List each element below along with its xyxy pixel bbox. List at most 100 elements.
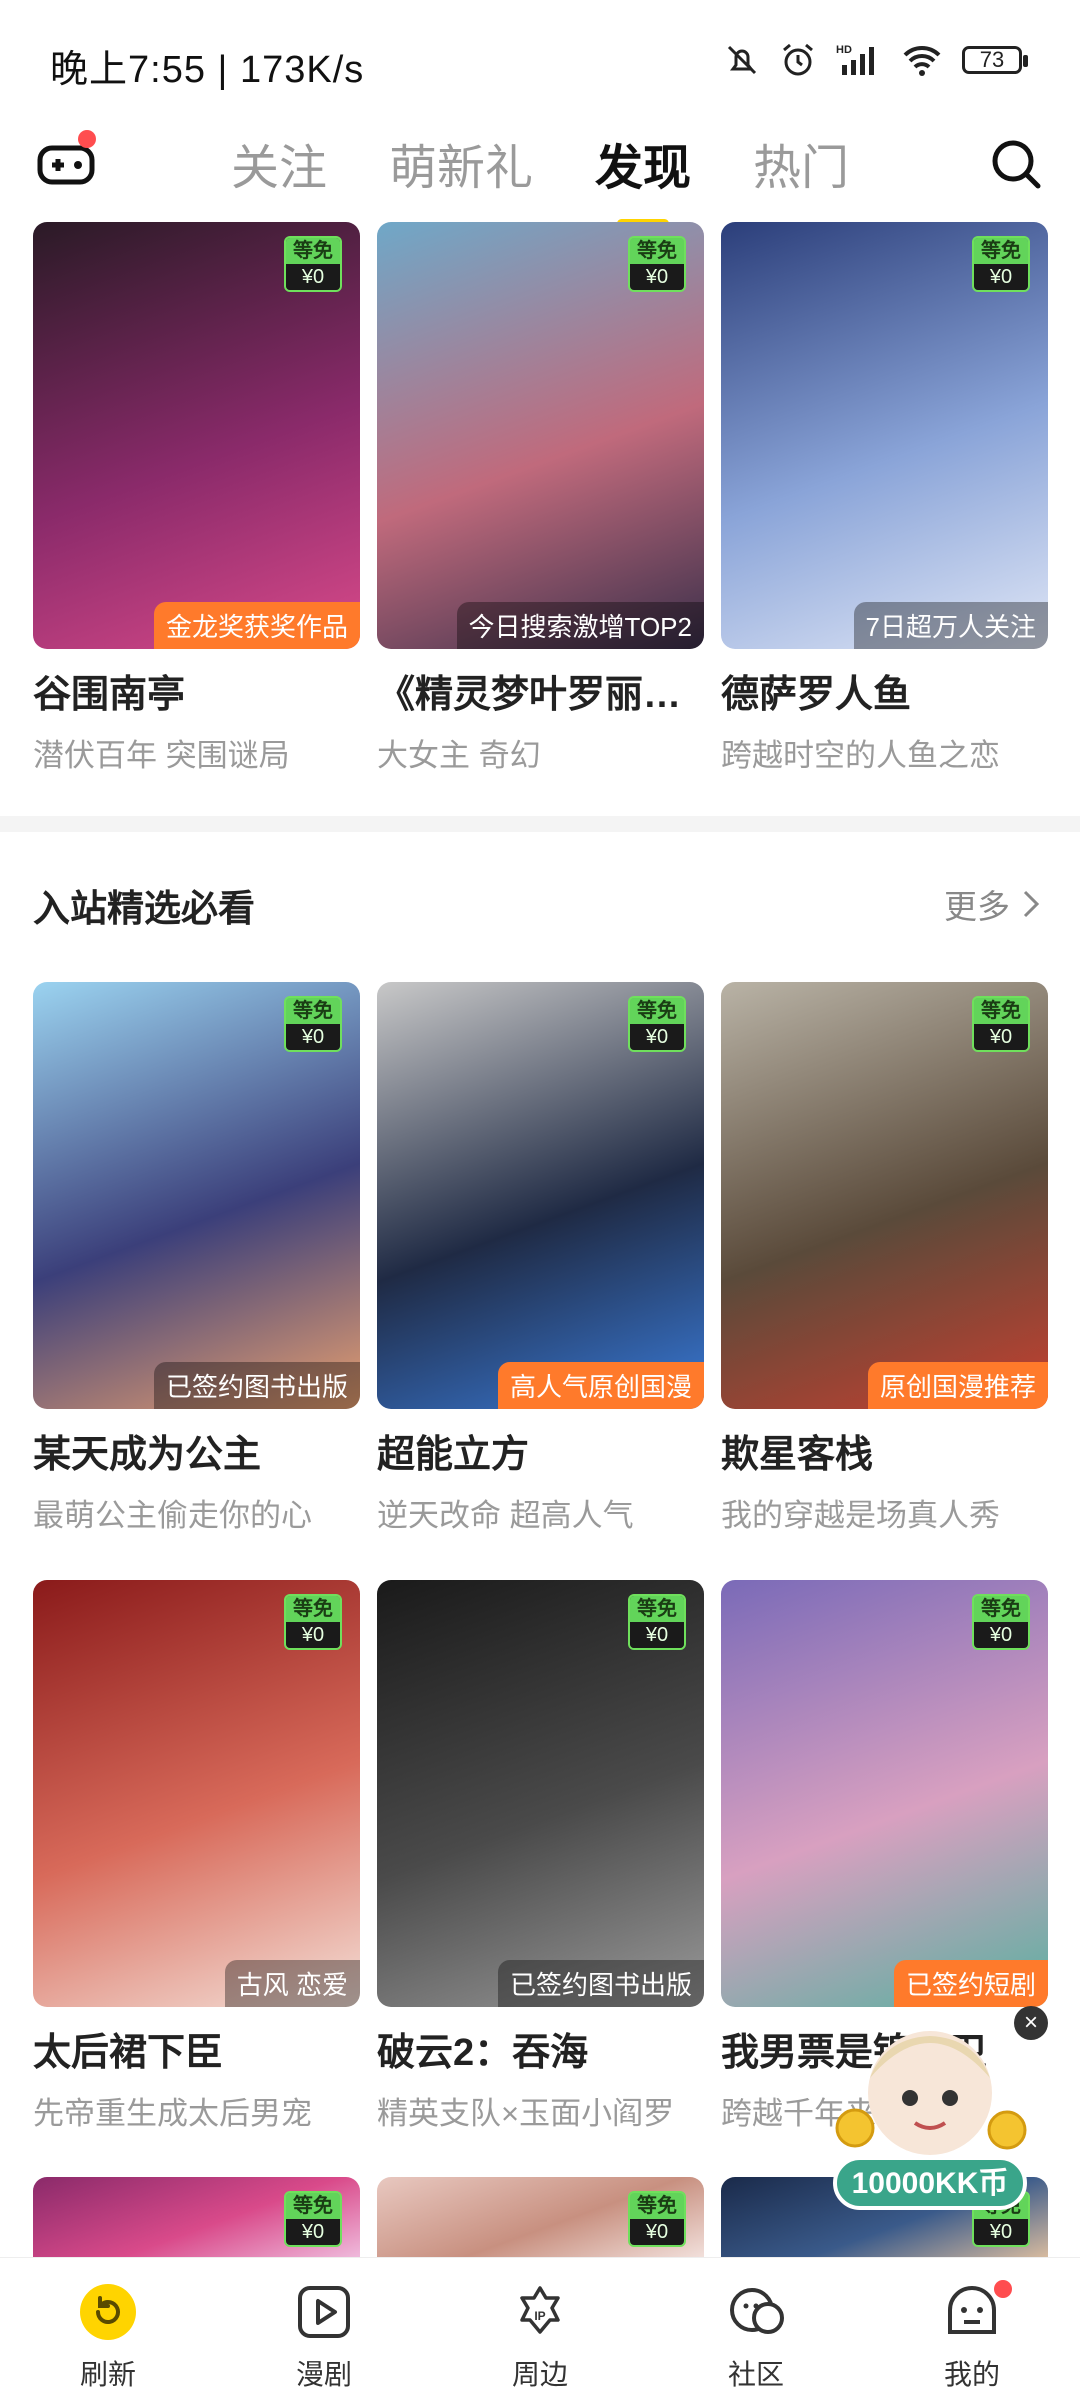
search-icon xyxy=(992,140,1041,189)
free-wait-badge: 等免¥0 xyxy=(628,996,686,1052)
free-badge-price: ¥0 xyxy=(974,264,1028,290)
free-badge-price: ¥0 xyxy=(286,1622,340,1648)
free-wait-badge: 等免¥0 xyxy=(284,996,342,1052)
free-wait-badge: 等免¥0 xyxy=(628,1594,686,1650)
comic-subtitle: 大女主 奇幻 xyxy=(377,738,541,773)
comic-cover-image[interactable]: 等免 ¥0 高人气原创国漫 xyxy=(377,982,704,1409)
refresh-icon xyxy=(80,2284,136,2340)
comic-title[interactable]: 太后裙下臣 xyxy=(33,2021,360,2076)
free-wait-badge: 等免¥0 xyxy=(284,2191,342,2247)
free-badge-label: 等免 xyxy=(630,2193,684,2219)
status-icons: HD 73 xyxy=(724,40,1028,80)
comic-title[interactable]: 超能立方 xyxy=(377,1423,704,1478)
promo-float[interactable]: 10000KK币 xyxy=(815,1998,1045,2228)
bottom-nav-profile[interactable]: 我的 xyxy=(864,2258,1080,2401)
notification-dot xyxy=(994,2280,1012,2298)
bottom-nav-label: 漫剧 xyxy=(295,2359,352,2390)
comic-subtitle: 潜伏百年 突围谜局 xyxy=(33,738,290,773)
ip-icon: IP xyxy=(520,2286,560,2334)
cover-tag: 原创国漫推荐 xyxy=(867,1362,1048,1409)
bottom-nav-merch[interactable]: IP 周边 xyxy=(432,2258,648,2401)
comic-card[interactable]: 等免 ¥0 高人气原创国漫超能立方逆天改命 超高人气 xyxy=(377,982,704,1535)
comic-card[interactable]: 等免¥0 xyxy=(33,2177,360,2257)
free-wait-badge: 等免¥0 xyxy=(628,236,686,292)
comic-card[interactable]: 等免 ¥0 今日搜索激增TOP2 《精灵梦叶罗丽… 大女主 奇幻 xyxy=(377,222,704,775)
bottom-nav-short-drama[interactable]: 漫剧 xyxy=(216,2258,432,2401)
section-header: 入站精选必看 更多 xyxy=(0,878,1080,938)
cover-tag: 金龙奖获奖作品 xyxy=(153,602,360,649)
free-badge-price: ¥0 xyxy=(974,1024,1028,1050)
svg-text:HD: HD xyxy=(836,44,852,56)
comic-card[interactable]: 等免 ¥0 古风 恋爱太后裙下臣先帝重生成太后男宠 xyxy=(33,1580,360,2133)
comic-subtitle: 先帝重生成太后男宠 xyxy=(33,2096,312,2131)
comic-card[interactable]: 等免 ¥0 7日超万人关注德萨罗人鱼跨越时空的人鱼之恋 xyxy=(721,222,1048,775)
comic-title[interactable]: 某天成为公主 xyxy=(33,1423,360,1478)
free-wait-badge: 等免¥0 xyxy=(972,996,1030,1052)
cover-tag: 已签约图书出版 xyxy=(497,1960,704,2007)
discover-feed[interactable]: 等免 ¥0 金龙奖获奖作品 谷围南亭 潜伏百年 突围谜局 等免 ¥0 今日搜索激增TOP2 《精… xyxy=(0,222,1080,2257)
comic-cover-image[interactable]: 等免¥0 xyxy=(33,2177,360,2257)
play-icon xyxy=(298,2286,350,2338)
section-title: 入站精选必看 xyxy=(33,888,255,929)
comic-card[interactable]: 等免 ¥0 已签约图书出版 破云2：吞海 精英支队×玉面小阎罗 xyxy=(377,1580,704,2133)
free-wait-badge: 等免¥0 xyxy=(284,1594,342,1650)
cover-tag: 古风 恋爱 xyxy=(224,1960,360,2007)
status-bar: 晚上7:55 | 173K/s HD 73 xyxy=(0,0,1080,120)
comic-cover-image[interactable]: 等免 ¥0 已签约图书出版 xyxy=(377,1580,704,2007)
comic-title[interactable]: 破云2：吞海 xyxy=(377,2021,704,2076)
comic-cover-image[interactable]: 等免¥0 xyxy=(377,2177,704,2257)
bottom-nav-community[interactable]: 社区 xyxy=(648,2258,864,2401)
comic-subtitle: 最萌公主偷走你的心 xyxy=(33,1498,312,1533)
free-badge-price: ¥0 xyxy=(974,1622,1028,1648)
comic-subtitle: 逆天改命 超高人气 xyxy=(377,1498,634,1533)
comic-cover-image[interactable]: 等免 ¥0 原创国漫推荐 xyxy=(721,982,1048,1409)
comic-cover-image[interactable]: 等免 ¥0 金龙奖获奖作品 xyxy=(33,222,360,649)
tab-hot[interactable]: 热门 xyxy=(749,128,853,198)
battery-icon: 73 xyxy=(962,46,1028,74)
free-badge-label: 等免 xyxy=(286,2193,340,2219)
comic-cover-image[interactable]: 等免 ¥0 已签约图书出版 xyxy=(33,982,360,1409)
bottom-nav-label: 周边 xyxy=(511,2359,568,2390)
chevron-right-icon xyxy=(1023,890,1040,918)
bottom-nav-refresh[interactable]: 刷新 xyxy=(0,2258,216,2401)
free-wait-badge: 等免¥0 xyxy=(972,236,1030,292)
community-icon xyxy=(730,2288,784,2334)
signal-icon: HD xyxy=(836,44,874,75)
free-badge-price: ¥0 xyxy=(286,2219,340,2245)
promo-close-button[interactable]: × xyxy=(1014,2006,1048,2040)
comic-row-2: 等免 ¥0 已签约图书出版 某天成为公主 最萌公主偷走你的心 等免 ¥0 高人气原创国漫 超能立… xyxy=(33,982,1048,1535)
cover-tag: 今日搜索激增TOP2 xyxy=(456,602,704,649)
comic-card[interactable]: 等免 ¥0 金龙奖获奖作品谷围南亭潜伏百年 突围谜局 xyxy=(33,222,360,775)
comic-card[interactable]: 等免 ¥0 已签约图书出版某天成为公主最萌公主偷走你的心 xyxy=(33,982,360,1535)
free-wait-badge: 等免¥0 xyxy=(972,1594,1030,1650)
status-time: 晚上7:55 | 173K/s xyxy=(50,49,365,91)
comic-card[interactable]: 等免¥0 xyxy=(377,2177,704,2257)
section-divider xyxy=(0,816,1080,832)
free-badge-label: 等免 xyxy=(286,998,340,1024)
free-badge-label: 等免 xyxy=(630,238,684,264)
search-button[interactable] xyxy=(988,136,1044,192)
comic-cover-image[interactable]: 等免 ¥0 今日搜索激增TOP2 xyxy=(377,222,704,649)
tab-newbie-gift[interactable]: 萌新礼 xyxy=(385,128,537,198)
comic-title[interactable]: 谷围南亭 xyxy=(33,663,360,718)
free-badge-label: 等免 xyxy=(974,238,1028,264)
wifi-icon xyxy=(903,45,941,76)
comic-subtitle: 跨越时空的人鱼之恋 xyxy=(721,738,1000,773)
comic-card[interactable]: 等免 ¥0 原创国漫推荐欺星客栈我的穿越是场真人秀 xyxy=(721,982,1048,1535)
comic-cover-image[interactable]: 等免 ¥0 已签约短剧 xyxy=(721,1580,1048,2007)
comic-cover-image[interactable]: 等免 ¥0 7日超万人关注 xyxy=(721,222,1048,649)
promo-mascot-icon: 10000KK币 xyxy=(833,2031,1027,2210)
comic-subtitle: 我的穿越是场真人秀 xyxy=(721,1498,1000,1533)
comic-title[interactable]: 欺星客栈 xyxy=(721,1423,1048,1478)
free-badge-price: ¥0 xyxy=(630,1024,684,1050)
free-badge-label: 等免 xyxy=(286,238,340,264)
comic-cover-image[interactable]: 等免 ¥0 古风 恋爱 xyxy=(33,1580,360,2007)
tab-discover[interactable]: 发现 xyxy=(591,128,695,228)
more-button[interactable]: 更多 xyxy=(944,880,1040,928)
free-badge-price: ¥0 xyxy=(286,264,340,290)
comic-title[interactable]: 《精灵梦叶罗丽… xyxy=(377,663,704,718)
comic-title[interactable]: 德萨罗人鱼 xyxy=(721,663,1048,718)
comic-row-1: 等免 ¥0 金龙奖获奖作品 谷围南亭 潜伏百年 突围谜局 等免 ¥0 今日搜索激增TOP2 《精… xyxy=(33,222,1048,775)
bottom-nav-label: 社区 xyxy=(727,2359,784,2390)
tab-follow[interactable]: 关注 xyxy=(227,128,331,198)
